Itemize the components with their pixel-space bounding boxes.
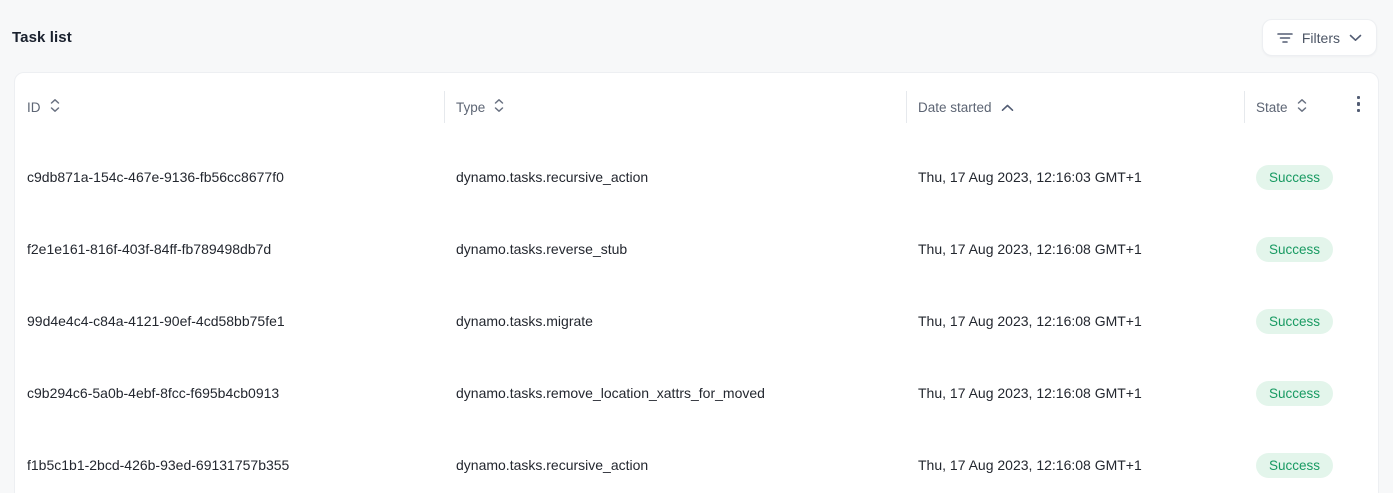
- table-body: c9db871a-154c-467e-9136-fb56cc8677f0 dyn…: [15, 141, 1378, 493]
- chevron-up-icon: [1001, 100, 1014, 115]
- chevron-down-icon: [1349, 34, 1362, 42]
- column-header-type-label: Type: [456, 100, 485, 115]
- status-badge: Success: [1256, 237, 1333, 262]
- task-state-cell: Success: [1244, 165, 1378, 190]
- column-header-state[interactable]: State: [1244, 73, 1378, 141]
- page-title: Task list: [12, 29, 72, 46]
- task-type-cell: dynamo.tasks.migrate: [444, 313, 906, 329]
- top-bar: Task list Filters: [0, 0, 1393, 58]
- task-id-cell: f2e1e161-816f-403f-84ff-fb789498db7d: [15, 241, 444, 257]
- filters-button[interactable]: Filters: [1262, 19, 1377, 56]
- task-state-cell: Success: [1244, 381, 1378, 406]
- status-badge: Success: [1256, 309, 1333, 334]
- status-badge: Success: [1256, 165, 1333, 190]
- task-state-cell: Success: [1244, 453, 1378, 478]
- task-id-cell: c9db871a-154c-467e-9136-fb56cc8677f0: [15, 169, 444, 185]
- task-type-cell: dynamo.tasks.recursive_action: [444, 457, 906, 473]
- task-id-cell: c9b294c6-5a0b-4ebf-8fcc-f695b4cb0913: [15, 385, 444, 401]
- task-date-started-cell: Thu, 17 Aug 2023, 12:16:08 GMT+1: [906, 241, 1244, 257]
- column-header-date-started[interactable]: Date started: [906, 73, 1244, 141]
- task-type-cell: dynamo.tasks.reverse_stub: [444, 241, 906, 257]
- task-date-started-cell: Thu, 17 Aug 2023, 12:16:08 GMT+1: [906, 385, 1244, 401]
- task-date-started-cell: Thu, 17 Aug 2023, 12:16:03 GMT+1: [906, 169, 1244, 185]
- task-date-started-cell: Thu, 17 Aug 2023, 12:16:08 GMT+1: [906, 457, 1244, 473]
- sort-updown-icon: [1297, 98, 1307, 116]
- column-header-type[interactable]: Type: [444, 73, 906, 141]
- column-header-date-started-label: Date started: [918, 100, 992, 115]
- task-state-cell: Success: [1244, 309, 1378, 334]
- filter-lines-icon: [1277, 31, 1293, 45]
- table-row[interactable]: f1b5c1b1-2bcd-426b-93ed-69131757b355 dyn…: [15, 429, 1378, 493]
- task-type-cell: dynamo.tasks.remove_location_xattrs_for_…: [444, 385, 906, 401]
- task-id-cell: 99d4e4c4-c84a-4121-90ef-4cd58bb75fe1: [15, 313, 444, 329]
- table-options-button[interactable]: [1351, 90, 1367, 119]
- sort-updown-icon: [494, 98, 504, 116]
- column-header-id[interactable]: ID: [15, 73, 444, 141]
- table-row[interactable]: c9b294c6-5a0b-4ebf-8fcc-f695b4cb0913 dyn…: [15, 357, 1378, 429]
- sort-updown-icon: [50, 98, 60, 116]
- kebab-menu-icon: [1357, 96, 1361, 113]
- table-row[interactable]: 99d4e4c4-c84a-4121-90ef-4cd58bb75fe1 dyn…: [15, 285, 1378, 357]
- table-row[interactable]: f2e1e161-816f-403f-84ff-fb789498db7d dyn…: [15, 213, 1378, 285]
- task-date-started-cell: Thu, 17 Aug 2023, 12:16:08 GMT+1: [906, 313, 1244, 329]
- task-state-cell: Success: [1244, 237, 1378, 262]
- task-id-cell: f1b5c1b1-2bcd-426b-93ed-69131757b355: [15, 457, 444, 473]
- task-table-card: ID Type Date started: [14, 72, 1379, 493]
- column-header-id-label: ID: [27, 100, 41, 115]
- table-header-row: ID Type Date started: [15, 73, 1378, 141]
- status-badge: Success: [1256, 453, 1333, 478]
- column-header-state-label: State: [1256, 100, 1288, 115]
- status-badge: Success: [1256, 381, 1333, 406]
- table-row[interactable]: c9db871a-154c-467e-9136-fb56cc8677f0 dyn…: [15, 141, 1378, 213]
- task-type-cell: dynamo.tasks.recursive_action: [444, 169, 906, 185]
- filters-button-label: Filters: [1302, 30, 1340, 46]
